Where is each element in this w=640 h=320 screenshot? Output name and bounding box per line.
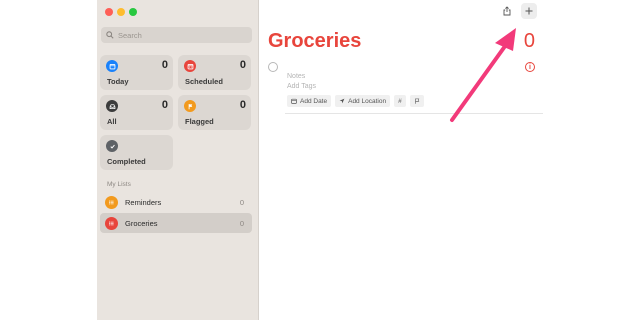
smart-list-today[interactable]: 0 Today [100,55,173,90]
app-window: 0 Today 0 Scheduled 0 All 0 Flagged [0,0,640,320]
location-arrow-icon [339,98,345,104]
divider [285,113,543,114]
list-item-reminders[interactable]: Reminders 0 [100,192,252,212]
checkmark-icon [106,140,118,152]
window-controls [105,8,137,16]
add-tag-button[interactable]: # [394,95,406,107]
list-title: Groceries [268,30,362,52]
scheduled-label: Scheduled [185,77,223,86]
notes-field[interactable]: Notes [287,73,305,80]
flag-button[interactable] [409,95,424,107]
list-bullet-icon [105,216,118,230]
calendar-icon [291,98,297,104]
search-input[interactable] [118,30,238,40]
share-icon [503,6,511,16]
completion-checkbox[interactable] [268,62,278,72]
list-item-groceries[interactable]: Groceries 0 [100,213,252,233]
add-reminder-button[interactable] [521,3,537,19]
zoom-window-button[interactable] [129,8,137,16]
list-name: Reminders [125,197,162,207]
list-name: Groceries [125,218,158,228]
smart-list-completed[interactable]: Completed [100,135,173,170]
scheduled-count: 0 [239,59,246,71]
all-label: All [107,117,117,126]
info-button[interactable]: i [525,62,535,72]
list-count: 0 [239,197,244,207]
my-lists-header: My Lists [107,181,131,188]
smart-list-all[interactable]: 0 All [100,95,173,130]
calendar-grid-icon [184,60,196,72]
share-button[interactable] [499,3,515,19]
completed-label: Completed [107,157,146,166]
list-bullet-icon [105,195,118,209]
add-date-button[interactable]: Add Date [287,95,332,107]
close-window-button[interactable] [105,8,113,16]
main-pane: Groceries 0 i Notes Add Tags Add Date Ad… [259,0,544,320]
list-count: 0 [239,218,244,228]
flag-icon [414,98,419,104]
flag-icon [184,100,196,112]
flagged-label: Flagged [185,117,214,126]
calendar-icon [106,60,118,72]
sidebar: 0 Today 0 Scheduled 0 All 0 Flagged [97,0,259,320]
hashtag-icon: # [398,97,402,105]
item-actions: Add Date Add Location # [287,95,424,107]
smart-list-flagged[interactable]: 0 Flagged [178,95,251,130]
list-count-large: 0 [523,30,535,52]
smart-list-scheduled[interactable]: 0 Scheduled [178,55,251,90]
flagged-count: 0 [239,99,246,111]
add-location-button[interactable]: Add Location [335,95,391,107]
tags-field[interactable]: Add Tags [287,83,316,90]
plus-icon [525,7,533,15]
search-field[interactable] [101,27,252,43]
all-count: 0 [161,99,168,111]
add-location-label: Add Location [348,97,387,105]
tray-icon [106,100,118,112]
today-count: 0 [161,59,168,71]
info-icon: i [529,63,531,71]
add-date-label: Add Date [300,97,328,105]
search-icon [106,31,114,39]
minimize-window-button[interactable] [117,8,125,16]
today-label: Today [107,77,129,86]
